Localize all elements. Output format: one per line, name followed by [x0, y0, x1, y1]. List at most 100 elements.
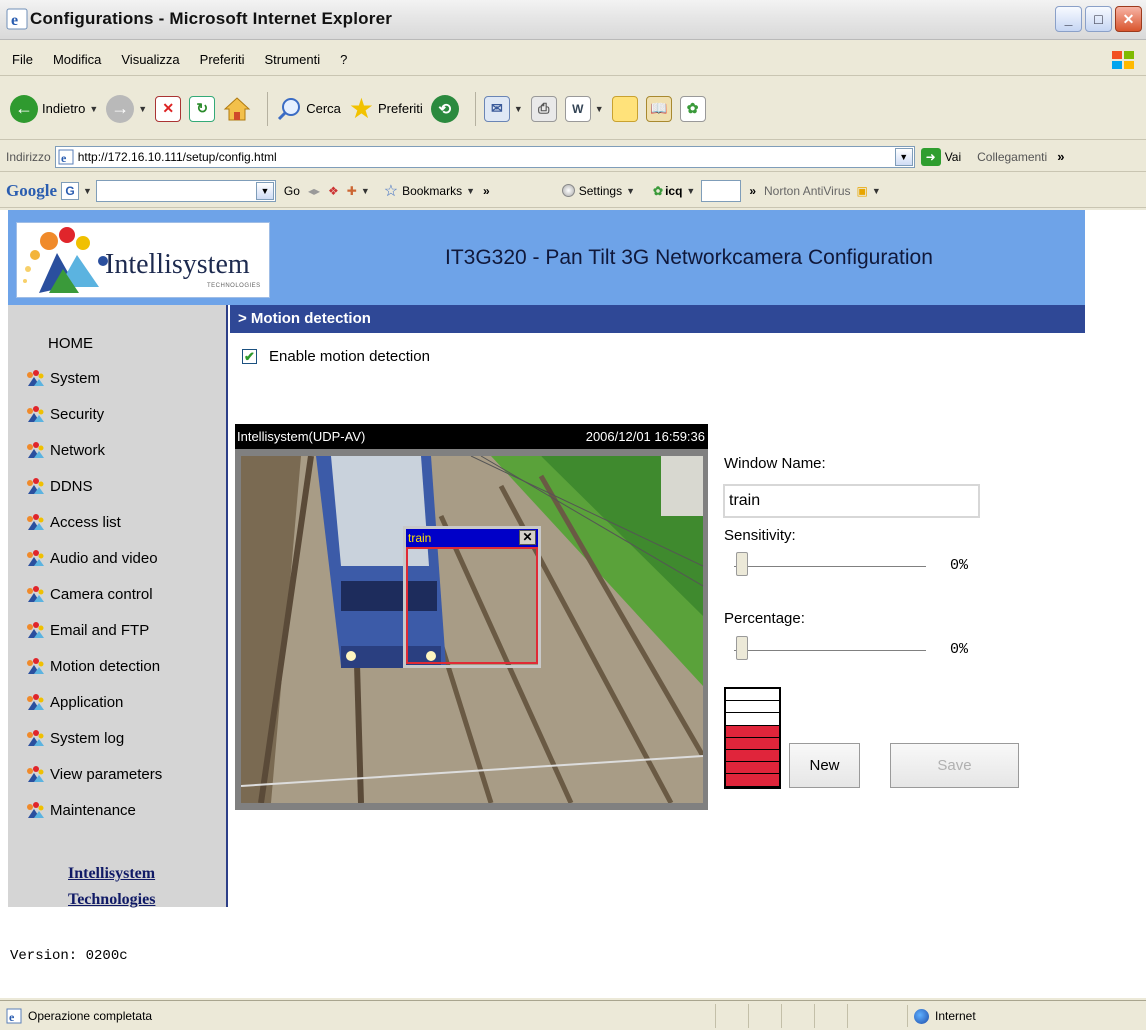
sidebar-item-motion-detection[interactable]: Motion detection [24, 657, 160, 675]
window-name-label: Window Name: [724, 455, 826, 472]
sidebar-item-label: System log [50, 729, 125, 747]
back-button[interactable]: ← Indietro ▼ [10, 94, 98, 123]
menu-strumenti[interactable]: Strumenti [264, 52, 320, 67]
menu-modifica[interactable]: Modifica [53, 52, 101, 67]
enable-motion-detection[interactable]: ✔ Enable motion detection [242, 348, 430, 365]
menu-file[interactable]: File [12, 52, 33, 67]
sidebar-item-maintenance[interactable]: Maintenance [24, 801, 136, 819]
menu-preferiti[interactable]: Preferiti [200, 52, 245, 67]
sidebar-item-label: Motion detection [50, 657, 161, 675]
sidebar-item-application[interactable]: Application [24, 693, 123, 711]
google-logo[interactable]: Google [6, 181, 57, 201]
sidebar-item-email-and-ftp[interactable]: Email and FTP [24, 621, 149, 639]
icq-input[interactable] [701, 179, 742, 202]
standard-toolbar: ← Indietro ▼ → ▼ ✕ ↻ Cerca ★ Preferiti ⟲… [0, 78, 1146, 140]
google-search-input[interactable]: ▼ [95, 179, 276, 202]
address-input[interactable]: e http://172.16.10.111/setup/config.html… [54, 145, 915, 168]
nav-bullet-icon [27, 802, 44, 818]
security-zone: Internet [907, 1005, 976, 1027]
sidebar-item-access-list[interactable]: Access list [24, 513, 121, 531]
motion-window-titlebar[interactable]: train ✕ [406, 529, 538, 547]
home-button[interactable] [223, 96, 251, 122]
sidebar-item-camera-control[interactable]: Camera control [24, 585, 153, 603]
chevron-down-icon[interactable]: ▼ [255, 181, 274, 200]
folder-button[interactable] [611, 95, 638, 122]
toolbar-separator [267, 91, 269, 126]
google-arrows-icon[interactable]: ◂▸ [308, 184, 320, 198]
chevron-down-icon: ▼ [466, 185, 476, 196]
icq-toolbar-button[interactable]: ✿ [679, 95, 706, 122]
mail-button[interactable]: ✉ ▼ [483, 95, 523, 122]
folder-icon [611, 95, 638, 122]
intellisystem-logo: Intellisystem TECHNOLOGIES [16, 222, 270, 298]
stop-button[interactable]: ✕ [155, 95, 182, 122]
sidebar-item-label: Application [50, 693, 124, 711]
status-cell [814, 1004, 847, 1028]
company-link-line1[interactable]: Intellisystem [68, 865, 155, 883]
refresh-button[interactable]: ↻ [189, 95, 216, 122]
windows-logo-icon [1112, 51, 1134, 69]
meter-segment [726, 774, 779, 787]
links-label[interactable]: Collegamenti [977, 150, 1047, 164]
history-button[interactable]: ⟲ [430, 94, 459, 123]
sidebar-item-network[interactable]: Network [24, 441, 105, 459]
percentage-thumb[interactable] [736, 636, 748, 660]
sidebar-item-ddns[interactable]: DDNS [24, 477, 93, 495]
sensitivity-slider[interactable] [734, 550, 926, 584]
company-link-line2[interactable]: Technologies [68, 891, 155, 909]
settings-button[interactable]: Settings ▼ [561, 184, 635, 198]
sidebar-item-security[interactable]: Security [24, 405, 104, 423]
research-button[interactable]: 📖 [645, 95, 672, 122]
edit-button[interactable]: W ▼ [564, 95, 604, 122]
google-puzzle-icon[interactable]: ✚ [347, 184, 357, 198]
close-button[interactable]: ✕ [1115, 6, 1142, 32]
sidebar-item-home[interactable]: HOME [48, 335, 93, 352]
back-arrow-icon: ← [10, 94, 38, 123]
sensitivity-thumb[interactable] [736, 552, 748, 576]
search-button[interactable]: Cerca [276, 96, 341, 122]
google-toolbar: Google G ▼ ▼ Go ◂▸ ❖ ✚ ▼ ☆ Bookmarks ▼ »… [0, 174, 1146, 208]
forward-button[interactable]: → ▼ [106, 94, 147, 123]
sidebar: HOME System Security Network DDNS Access lis… [8, 305, 228, 909]
percentage-value: 0% [950, 641, 969, 658]
norton-button[interactable]: Norton AntiVirus ▣ ▼ [764, 184, 881, 198]
bookmarks-button[interactable]: ☆ Bookmarks ▼ [384, 181, 475, 201]
google-go-button[interactable]: Go [284, 184, 300, 198]
sidebar-item-audio-and-video[interactable]: Audio and video [24, 549, 158, 567]
chevron-right-icon[interactable]: » [1057, 149, 1064, 164]
chevron-down-icon[interactable]: ▼ [83, 186, 92, 196]
sensitivity-value: 0% [950, 557, 969, 574]
go-button[interactable]: ➜ Vai [920, 147, 961, 166]
sidebar-item-system-log[interactable]: System log [24, 729, 124, 747]
print-button[interactable]: ⎙ [530, 95, 557, 122]
chevron-right-icon[interactable]: » [483, 184, 490, 198]
chevron-down-icon[interactable]: ▼ [894, 147, 913, 166]
nav-bullet-icon [27, 514, 44, 530]
close-icon[interactable]: ✕ [519, 530, 536, 545]
minimize-button[interactable]: _ [1055, 6, 1082, 32]
save-button[interactable]: Save [890, 743, 1019, 788]
favorites-button[interactable]: ★ Preferiti [349, 94, 423, 122]
maximize-button[interactable]: □ [1085, 6, 1112, 32]
address-label: Indirizzo [6, 149, 51, 164]
refresh-icon: ↻ [189, 95, 216, 122]
enable-checkbox[interactable]: ✔ [242, 349, 257, 364]
address-bar: Indirizzo e http://172.16.10.111/setup/c… [0, 142, 1146, 172]
motion-window-area[interactable] [406, 547, 538, 664]
meter-segment [726, 713, 779, 726]
percentage-slider[interactable] [734, 634, 926, 668]
google-news-icon[interactable]: ❖ [328, 184, 339, 198]
menu-help[interactable]: ? [340, 52, 347, 67]
new-button[interactable]: New [789, 743, 860, 788]
video-header: Intellisystem(UDP-AV) 2006/12/01 16:59:3… [235, 424, 708, 449]
chevron-down-icon[interactable]: ▼ [361, 186, 370, 196]
menu-visualizza[interactable]: Visualizza [121, 52, 179, 67]
sidebar-item-view-parameters[interactable]: View parameters [24, 765, 162, 783]
chevron-right-icon[interactable]: » [749, 184, 756, 198]
icq-button[interactable]: ✿ icq ▼ [653, 184, 695, 198]
motion-window-train[interactable]: train ✕ [403, 526, 541, 668]
nav-bullet-icon [27, 766, 44, 782]
sidebar-item-system[interactable]: System [24, 369, 100, 387]
window-name-input[interactable]: train [723, 484, 980, 518]
google-g-icon[interactable]: G [61, 181, 79, 200]
